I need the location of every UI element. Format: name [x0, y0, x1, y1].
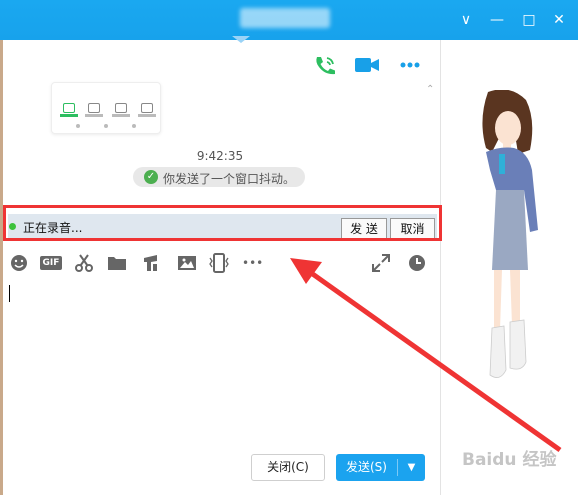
dropdown-icon[interactable]: ∨ [456, 10, 476, 30]
expand-icon[interactable] [370, 252, 392, 274]
emoji-icon[interactable] [8, 252, 30, 274]
thumb-dot [132, 124, 136, 128]
thumb-dot [104, 124, 108, 128]
collapse-icon[interactable]: ⌃ [426, 84, 434, 95]
close-button[interactable]: 关闭(C) [251, 454, 325, 481]
screenshot-scissors-icon[interactable] [73, 252, 95, 274]
annotation-highlight-box [3, 205, 442, 241]
minimize-button[interactable]: — [487, 10, 507, 30]
title-bar[interactable]: ∨ — □ ✕ [0, 0, 578, 40]
thumb-icon [88, 103, 100, 113]
history-clock-icon[interactable] [406, 252, 428, 274]
thumb-label [138, 114, 156, 117]
panel-divider [440, 40, 441, 495]
send-button[interactable]: 发送(S) ▼ [336, 454, 425, 481]
gif-icon[interactable]: GIF [40, 252, 64, 274]
image-message-thumbnail[interactable] [51, 82, 161, 134]
thumb-icon [141, 103, 153, 113]
system-message-text: 你发送了一个窗口抖动。 [163, 172, 296, 186]
more-tools-icon[interactable]: ••• [242, 252, 266, 274]
image-icon[interactable] [176, 252, 198, 274]
title-notch [232, 36, 250, 43]
close-window-button[interactable]: ✕ [549, 10, 569, 30]
more-options-icon[interactable] [398, 54, 424, 76]
thumb-dot [76, 124, 80, 128]
gif-label: GIF [40, 256, 62, 270]
message-timestamp: 9:42:35 [196, 149, 244, 163]
thumb-icon [115, 103, 127, 113]
avatar-girl-illustration [482, 90, 538, 378]
check-icon: ✓ [144, 170, 158, 184]
thumb-label [112, 114, 130, 117]
thumb-icon [63, 103, 75, 113]
thumb-label [60, 114, 78, 117]
baidu-watermark: Baidu 经验 [462, 450, 557, 470]
window-left-edge [0, 40, 3, 495]
thumb-label [85, 114, 103, 117]
text-cursor[interactable] [9, 285, 10, 302]
folder-icon[interactable] [106, 252, 128, 274]
shake-window-icon[interactable] [208, 252, 230, 274]
send-options-chevron-icon[interactable]: ▼ [398, 454, 425, 481]
video-call-icon[interactable] [354, 54, 380, 76]
system-message: ✓ 你发送了一个窗口抖动。 [133, 167, 305, 187]
maximize-button[interactable]: □ [519, 10, 539, 30]
contact-name-blurred [240, 8, 330, 28]
voice-call-icon[interactable] [312, 54, 338, 76]
send-label: 发送(S) [346, 460, 387, 474]
music-icon[interactable] [140, 252, 162, 274]
